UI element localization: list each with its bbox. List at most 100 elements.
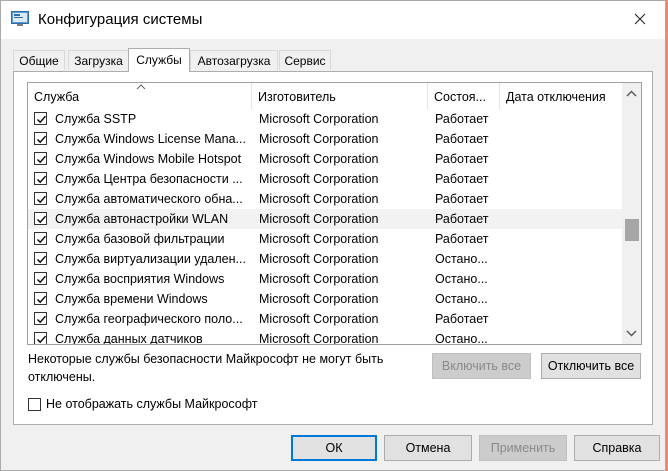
column-header-status[interactable]: Состоя... <box>428 83 500 109</box>
service-disabled-date <box>507 269 619 289</box>
table-row[interactable]: Служба данных датчиков Microsoft Corporat… <box>28 329 622 345</box>
service-checkbox[interactable] <box>34 112 47 125</box>
service-disabled-date <box>507 329 619 344</box>
service-disabled-date <box>507 249 619 269</box>
ok-button[interactable]: ОК <box>291 435 377 461</box>
column-header-manufacturer[interactable]: Изготовитель <box>252 83 428 109</box>
table-row[interactable]: Служба виртуализации удален... Microsoft … <box>28 249 622 269</box>
title-bar[interactable]: Конфигурация системы <box>1 1 665 39</box>
service-disabled-date <box>507 209 619 229</box>
sort-ascending-icon <box>136 83 146 92</box>
service-status: Работает <box>435 312 489 326</box>
service-name: Служба базовой фильтрации <box>55 232 225 246</box>
disable-all-button[interactable]: Отключить все <box>541 353 641 379</box>
chevron-up-icon <box>626 90 637 97</box>
service-checkbox[interactable] <box>34 172 47 185</box>
checkmark-icon <box>37 135 47 144</box>
service-checkbox[interactable] <box>34 192 47 205</box>
service-checkbox[interactable] <box>34 152 47 165</box>
checkmark-icon <box>37 195 47 204</box>
table-row[interactable]: Служба восприятия Windows Microsoft Corpo… <box>28 269 622 289</box>
enable-all-button[interactable]: Включить все <box>432 353 531 379</box>
list-header: Служба Изготовитель Состоя... Дата отклю… <box>28 83 622 109</box>
checkmark-icon <box>37 315 47 324</box>
service-name: Служба времени Windows <box>55 292 208 306</box>
tab-general[interactable]: Общие <box>13 50 65 70</box>
service-checkbox[interactable] <box>34 332 47 344</box>
tab-services[interactable]: Службы <box>128 48 190 72</box>
service-disabled-date <box>507 289 619 309</box>
table-row[interactable]: Служба автоматического обна... Microsoft … <box>28 189 622 209</box>
service-name: Служба восприятия Windows <box>55 272 225 286</box>
tab-tools[interactable]: Сервис <box>279 50 331 70</box>
tab-startup[interactable]: Автозагрузка <box>190 50 278 70</box>
service-status: Работает <box>435 192 489 206</box>
service-status: Работает <box>435 172 489 186</box>
vertical-scrollbar[interactable] <box>622 83 641 344</box>
service-checkbox[interactable] <box>34 132 47 145</box>
table-row[interactable]: Служба географического поло... Microsoft … <box>28 309 622 329</box>
service-name: Служба данных датчиков <box>55 332 203 345</box>
service-checkbox[interactable] <box>34 292 47 305</box>
service-checkbox[interactable] <box>34 312 47 325</box>
system-configuration-window: Конфигурация системы Общие Загрузка Служ… <box>0 0 666 471</box>
close-icon <box>634 13 646 25</box>
checkmark-icon <box>37 215 47 224</box>
service-status: Работает <box>435 112 489 126</box>
service-name: Служба Windows License Mana... <box>55 132 246 146</box>
checkmark-icon <box>37 175 47 184</box>
service-name: Служба SSTP <box>55 112 137 126</box>
checkmark-icon <box>37 235 47 244</box>
service-disabled-date <box>507 229 619 249</box>
services-list[interactable]: Служба Изготовитель Состоя... Дата отклю… <box>27 82 642 345</box>
service-manufacturer: Microsoft Corporation <box>259 292 379 306</box>
service-manufacturer: Microsoft Corporation <box>259 112 379 126</box>
checkmark-icon <box>37 275 47 284</box>
table-row[interactable]: Служба времени Windows Microsoft Corporat… <box>28 289 622 309</box>
close-button[interactable] <box>623 4 657 34</box>
service-manufacturer: Microsoft Corporation <box>259 132 379 146</box>
table-row[interactable]: Служба Windows License Mana... Microsoft … <box>28 129 622 149</box>
service-disabled-date <box>507 129 619 149</box>
scroll-down-button[interactable] <box>622 324 641 342</box>
service-manufacturer: Microsoft Corporation <box>259 272 379 286</box>
service-disabled-date <box>507 169 619 189</box>
apply-button[interactable]: Применить <box>479 435 567 461</box>
service-disabled-date <box>507 189 619 209</box>
service-status: Остано... <box>435 332 488 345</box>
checkmark-icon <box>37 115 47 124</box>
service-name: Служба виртуализации удален... <box>55 252 246 266</box>
table-row[interactable]: Служба Центра безопасности ... Microsoft … <box>28 169 622 189</box>
table-row[interactable]: Служба Windows Mobile Hotspot Microsoft C… <box>28 149 622 169</box>
service-manufacturer: Microsoft Corporation <box>259 332 379 345</box>
service-manufacturer: Microsoft Corporation <box>259 252 379 266</box>
service-disabled-date <box>507 149 619 169</box>
scroll-thumb[interactable] <box>625 219 639 241</box>
hide-microsoft-services-checkbox[interactable] <box>28 398 41 411</box>
scroll-up-button[interactable] <box>622 85 641 103</box>
service-checkbox[interactable] <box>34 232 47 245</box>
service-name: Служба Windows Mobile Hotspot <box>55 152 242 166</box>
service-name: Служба автонастройки WLAN <box>55 212 229 226</box>
hide-microsoft-services-label: Не отображать службы Майкрософт <box>46 397 258 411</box>
service-status: Остано... <box>435 272 488 286</box>
microsoft-security-note: Некоторые службы безопасности Майкрософт… <box>28 352 384 384</box>
service-checkbox[interactable] <box>34 212 47 225</box>
service-manufacturer: Microsoft Corporation <box>259 212 379 226</box>
checkmark-icon <box>37 255 47 264</box>
checkmark-icon <box>37 295 47 304</box>
table-row[interactable]: Служба SSTP Microsoft Corporation Работает <box>28 109 622 129</box>
column-header-disabled-date[interactable]: Дата отключения <box>500 83 622 109</box>
service-status: Остано... <box>435 252 488 266</box>
service-checkbox[interactable] <box>34 252 47 265</box>
service-status: Работает <box>435 132 489 146</box>
list-rows: Служба SSTP Microsoft Corporation Работает… <box>28 109 622 345</box>
service-manufacturer: Microsoft Corporation <box>259 312 379 326</box>
service-name: Служба Центра безопасности ... <box>55 172 243 186</box>
table-row[interactable]: Служба автонастройки WLAN Microsoft Corpo… <box>28 209 622 229</box>
service-checkbox[interactable] <box>34 272 47 285</box>
table-row[interactable]: Служба базовой фильтрации Microsoft Corpo… <box>28 229 622 249</box>
cancel-button[interactable]: Отмена <box>384 435 472 461</box>
tab-boot[interactable]: Загрузка <box>68 50 129 70</box>
help-button[interactable]: Справка <box>574 435 660 461</box>
